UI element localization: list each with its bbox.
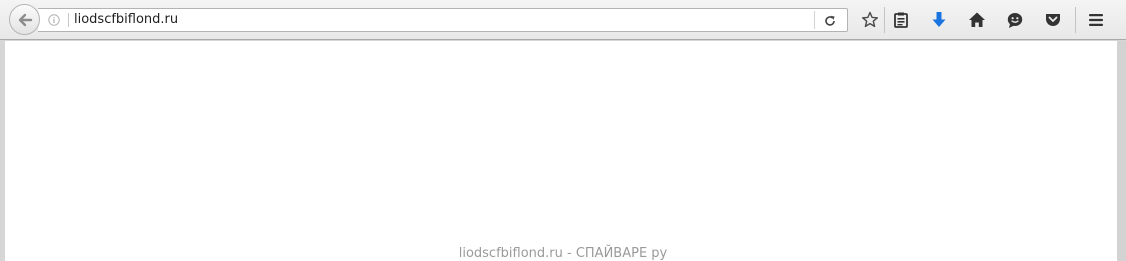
reload-separator <box>814 11 815 29</box>
page-content <box>5 41 1117 261</box>
reload-button[interactable] <box>820 12 840 29</box>
hello-chat-icon <box>1007 13 1023 28</box>
back-button[interactable] <box>9 4 40 35</box>
toolbar-separator <box>1075 7 1076 33</box>
menu-hamburger-icon <box>1089 14 1103 26</box>
back-arrow-icon <box>18 13 32 26</box>
url-separator <box>68 13 69 27</box>
site-info-icon[interactable] <box>48 14 60 26</box>
menu-button[interactable] <box>1085 9 1107 31</box>
pocket-button[interactable] <box>1042 9 1064 31</box>
url-text[interactable]: liodscfbiflond.ru <box>74 12 178 27</box>
window-edge <box>1117 41 1126 261</box>
downloads-button[interactable] <box>928 9 950 31</box>
pocket-icon <box>1046 14 1060 26</box>
browser-toolbar: liodscfbiflond.ru <box>0 0 1126 40</box>
bookmark-star-icon <box>862 11 878 28</box>
bookmark-button[interactable] <box>859 9 881 31</box>
downloads-icon <box>932 12 946 27</box>
url-bar[interactable]: liodscfbiflond.ru <box>38 8 848 32</box>
toolbar-separator <box>884 7 885 33</box>
reading-list-icon <box>894 12 908 28</box>
home-icon <box>969 12 985 27</box>
watermark-text: liodscfbiflond.ru - СПАЙВАРЕ ру <box>458 246 668 261</box>
hello-button[interactable] <box>1004 9 1026 31</box>
home-button[interactable] <box>966 9 988 31</box>
reading-list-button[interactable] <box>890 9 912 31</box>
reload-icon <box>825 15 835 26</box>
